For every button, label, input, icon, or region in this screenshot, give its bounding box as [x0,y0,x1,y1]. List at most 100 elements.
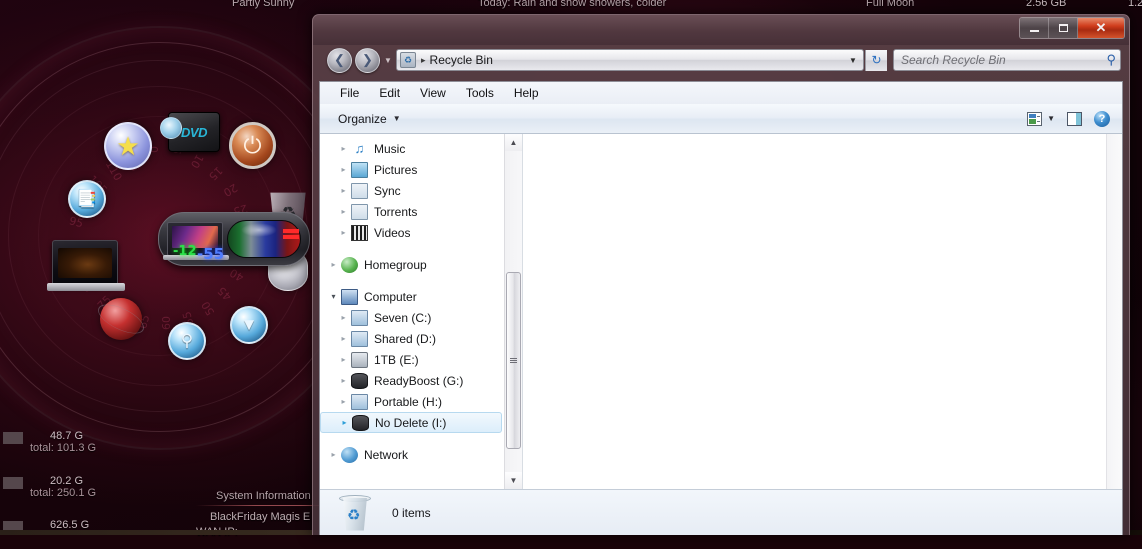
tree-item-pictures[interactable]: ▸ Pictures [320,159,504,180]
expand-arrow-icon[interactable]: ▸ [336,207,351,216]
expand-arrow-icon[interactable]: ▸ [336,355,351,364]
search-gadget[interactable]: ⚲ [168,322,206,360]
tree-item-no-delete-i[interactable]: ▸ No Delete (I:) [320,412,502,433]
tree-item-videos[interactable]: ▸ Videos [320,222,504,243]
preview-pane-button[interactable] [1061,109,1088,129]
tree-item-portable-h[interactable]: ▸ Portable (H:) [320,391,504,412]
menu-bar[interactable]: File Edit View Tools Help [320,82,1122,104]
organize-label: Organize [338,111,387,126]
folder-icon [351,203,368,220]
menu-view[interactable]: View [410,85,456,101]
menu-edit[interactable]: Edit [369,85,410,101]
memory-extra: 1.2 [1128,0,1142,9]
address-dropdown-icon[interactable]: ▼ [845,56,861,65]
tree-item-homegroup[interactable]: ▸ Homegroup [320,254,504,275]
expand-arrow-icon[interactable]: ▸ [326,450,341,459]
help-button[interactable]: ? [1088,108,1116,130]
expand-arrow-icon[interactable]: ▸ [336,376,351,385]
tree-item-1tb-e[interactable]: ▸ 1TB (E:) [320,349,504,370]
tree-item-label: ReadyBoost (G:) [374,373,464,388]
system-monitor-gadget[interactable]: -12 -55 [158,212,310,266]
tree-item-network[interactable]: ▸ Network [320,444,504,465]
clock-numeral: 50 [199,299,218,318]
collapse-arrow-icon[interactable]: ▾ [326,292,341,301]
minimize-button[interactable] [1020,18,1049,38]
command-bar[interactable]: Organize ▼ ▼ ? [320,104,1122,134]
navigation-pane[interactable]: ▸ ♫ Music ▸ Pictures ▸ Sync ▸ Torrents ▸ Videos ▸ Ho… [320,134,523,489]
menu-file[interactable]: File [330,85,369,101]
search-icon: ⚲ [180,331,194,350]
change-view-button[interactable]: ▼ [1021,109,1061,129]
optical-drive-icon [351,351,368,368]
window-title-bar[interactable]: ✕ [313,15,1129,45]
clock-numeral: 15 [205,163,226,183]
expand-arrow-icon[interactable]: ▸ [326,260,341,269]
downloads-gadget[interactable]: ▼ [230,306,268,344]
tree-item-label: Homegroup [364,257,427,272]
power-button-gadget[interactable]: ⏻ [229,122,276,169]
menu-help[interactable]: Help [504,85,549,101]
pictures-icon [351,161,368,178]
laptop-gadget[interactable] [47,240,125,291]
expand-arrow-icon[interactable]: ▸ [336,397,351,406]
navigation-scrollbar[interactable]: ▲ ▼ [504,134,522,489]
download-icon: ▼ [240,315,258,334]
expand-arrow-icon[interactable]: ▸ [336,144,351,153]
meter-swatch [3,432,23,444]
disk-meter: 48.7 G total: 101.3 G [0,430,300,460]
tree-item-sync[interactable]: ▸ Sync [320,180,504,201]
tree-item-shared-d[interactable]: ▸ Shared (D:) [320,328,504,349]
file-list-empty[interactable] [523,134,1106,489]
chevron-down-icon: ▼ [509,476,518,485]
tree-item-label: Computer [364,289,417,304]
tree-group-gap [320,433,504,444]
disk-free-label: 48.7 G [50,430,84,442]
scroll-up-button[interactable]: ▲ [505,134,522,151]
maximize-button[interactable] [1049,18,1078,38]
scrollbar-thumb[interactable] [506,272,521,449]
expand-arrow-icon[interactable]: ▸ [336,165,351,174]
tree-item-readyboost-g[interactable]: ▸ ReadyBoost (G:) [320,370,504,391]
back-button[interactable]: ❮ [327,47,352,73]
close-button[interactable]: ✕ [1078,18,1124,38]
expand-arrow-icon[interactable]: ▸ [336,186,351,195]
search-box[interactable]: Search Recycle Bin ⚲ [893,49,1121,71]
expand-arrow-icon[interactable]: ▸ [336,334,351,343]
help-icon: ? [1094,110,1110,127]
notes-gadget[interactable]: 📑 [68,180,106,218]
scroll-down-button[interactable]: ▼ [505,472,522,489]
power-icon: ⏻ [243,132,262,158]
expand-arrow-icon[interactable]: ▸ [336,313,351,322]
recent-pages-button[interactable]: ▼ [380,56,396,65]
organize-button[interactable]: Organize ▼ [330,109,409,129]
tree-item-computer[interactable]: ▾ Computer [320,286,504,307]
address-bar[interactable]: ♻ ▸ Recycle Bin ▼ [396,49,864,71]
file-list-scrollbar[interactable] [1106,134,1122,489]
refresh-button[interactable]: ↻ [865,49,887,71]
tree-item-seven-c[interactable]: ▸ Seven (C:) [320,307,504,328]
system-information-line-2: BlackFriday Magis E [210,511,311,523]
forward-button[interactable]: ❯ [355,47,380,73]
file-list-pane[interactable] [523,134,1122,489]
expand-arrow-icon[interactable]: ▸ [336,228,351,237]
expand-arrow-icon[interactable]: ▸ [337,418,352,427]
tree-item-label: No Delete (I:) [375,415,447,430]
dvd-drive-gadget[interactable]: DVD [160,112,220,152]
clock-numeral: 20 [221,180,240,199]
breadcrumb-recycle-bin[interactable]: Recycle Bin [430,53,845,67]
tree-item-music[interactable]: ▸ ♫ Music [320,138,504,159]
search-input[interactable]: Search Recycle Bin [901,53,1106,67]
tree-item-torrents[interactable]: ▸ Torrents [320,201,504,222]
menu-tools[interactable]: Tools [456,85,504,101]
globe-network-gadget[interactable] [100,298,142,340]
window-controls[interactable]: ✕ [1019,17,1125,39]
explorer-window[interactable]: ✕ ❮ ❯ ▼ ♻ ▸ Recycle Bin ▼ ↻ Search Recyc… [312,14,1130,535]
star-favorites-gadget[interactable]: ★ [104,122,152,170]
window-client-area: File Edit View Tools Help Organize ▼ ▼ ?… [319,81,1123,535]
preview-pane-icon [1067,111,1082,126]
tree-item-label: Sync [374,183,401,198]
address-bar-row[interactable]: ❮ ❯ ▼ ♻ ▸ Recycle Bin ▼ ↻ Search Recycle… [313,45,1129,75]
clock-numeral: 60 [160,316,173,330]
navigation-tree[interactable]: ▸ ♫ Music ▸ Pictures ▸ Sync ▸ Torrents ▸ Videos ▸ Ho… [320,134,504,489]
temperature-gauge [227,220,301,258]
